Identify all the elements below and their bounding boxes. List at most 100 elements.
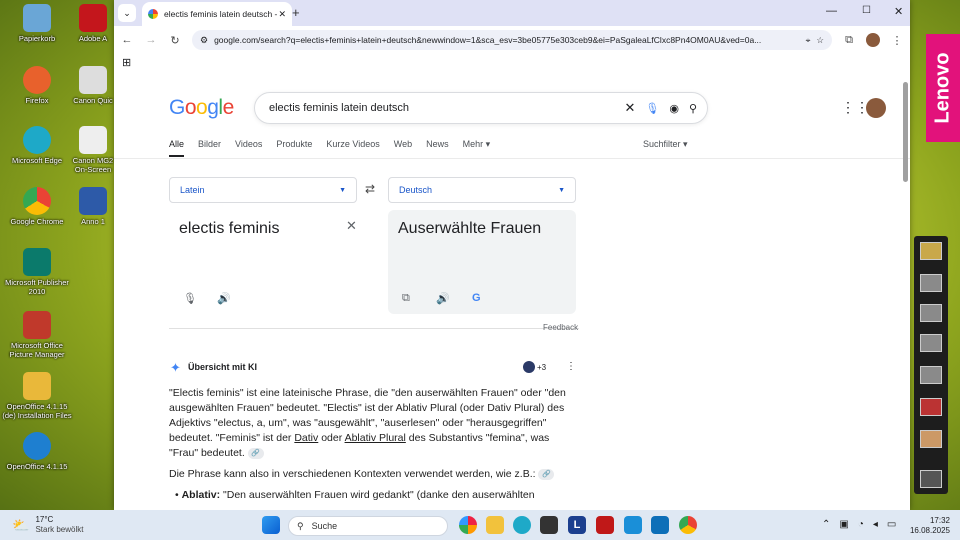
- sources-count: +3: [537, 362, 547, 372]
- desktop-icon-publisher[interactable]: Microsoft Publisher 2010: [0, 248, 74, 296]
- swap-languages-icon[interactable]: ⇄: [365, 182, 375, 196]
- source-language-select[interactable]: Latein ▼: [169, 177, 357, 203]
- desktop-icon-adobe[interactable]: Adobe A: [68, 4, 118, 43]
- copilot-icon[interactable]: [459, 516, 477, 534]
- google-g-icon[interactable]: G: [472, 292, 481, 304]
- bookmark-star-icon[interactable]: ☆: [816, 35, 824, 46]
- source-text[interactable]: electis feminis: [179, 220, 279, 238]
- mcafee-icon[interactable]: [596, 516, 614, 534]
- close-window-button[interactable]: ✕: [894, 5, 903, 18]
- store-icon[interactable]: [540, 516, 558, 534]
- target-speaker-icon[interactable]: 🔊: [436, 292, 450, 305]
- system-tray[interactable]: ⌃ ▣ ◔ ◂ ▭: [822, 519, 896, 530]
- forward-icon[interactable]: →: [144, 34, 158, 46]
- copy-icon[interactable]: ⧉: [402, 292, 410, 305]
- tray-app-icon[interactable]: ▣: [839, 519, 848, 530]
- tab-web[interactable]: Web: [394, 139, 412, 157]
- lenovo-brand: Lenovo: [926, 34, 960, 142]
- ai-more-icon[interactable]: ⋮: [566, 361, 576, 372]
- sidebar-thumb[interactable]: [920, 242, 942, 260]
- tab-alle[interactable]: Alle: [169, 139, 185, 157]
- mic-icon[interactable]: 🎙: [645, 102, 659, 115]
- menu-icon[interactable]: ⋮: [890, 34, 904, 47]
- clear-text-icon[interactable]: ✕: [346, 218, 357, 234]
- sidebar-thumb[interactable]: [920, 430, 942, 448]
- ai-sources-badge[interactable]: +3: [523, 361, 546, 373]
- tab-produkte[interactable]: Produkte: [276, 139, 312, 157]
- sidebar-thumb[interactable]: [920, 334, 942, 352]
- source-mic-icon[interactable]: 🎙: [183, 292, 197, 305]
- active-tab[interactable]: electis feminis latein deutsch - G ✕: [142, 2, 292, 26]
- search-icon[interactable]: ⚲: [689, 102, 697, 115]
- tab-mehr[interactable]: Mehr ▾: [463, 139, 491, 157]
- extensions-icon[interactable]: ⧉: [842, 34, 856, 47]
- back-icon[interactable]: ←: [120, 34, 134, 46]
- desktop-icon-recycle-bin[interactable]: Papierkorb: [0, 4, 74, 43]
- maximize-button[interactable]: ☐: [862, 5, 871, 16]
- desktop-icon-chrome[interactable]: Google Chrome: [0, 187, 74, 226]
- dativ-link[interactable]: Dativ: [294, 432, 318, 444]
- volume-icon[interactable]: ◂: [873, 519, 878, 530]
- file-explorer-icon[interactable]: [486, 516, 504, 534]
- reload-icon[interactable]: ↻: [168, 34, 182, 47]
- tab-search-button[interactable]: ⌄: [118, 4, 136, 22]
- weather-widget[interactable]: ⛅ 17°C Stark bewölkt: [12, 515, 83, 535]
- new-tab-button[interactable]: +: [292, 5, 300, 20]
- l-app-icon[interactable]: L: [568, 516, 586, 534]
- google-apps-icon[interactable]: ⋮⋮: [841, 99, 869, 116]
- tab-news[interactable]: News: [426, 139, 449, 157]
- start-button[interactable]: [262, 516, 280, 534]
- taskbar-search[interactable]: ⚲ Suche: [288, 516, 448, 536]
- tab-bilder[interactable]: Bilder: [198, 139, 221, 157]
- sidebar-thumb[interactable]: [920, 366, 942, 384]
- profile-avatar[interactable]: [866, 33, 880, 47]
- sidebar-thumb[interactable]: [920, 398, 942, 416]
- feedback-link[interactable]: Feedback: [543, 323, 578, 332]
- link-chip-icon[interactable]: 🔗: [247, 447, 264, 459]
- location-icon[interactable]: ⌖: [806, 35, 811, 46]
- target-language-select[interactable]: Deutsch ▼: [388, 177, 576, 203]
- tab-kurze-videos[interactable]: Kurze Videos: [326, 139, 379, 157]
- account-avatar[interactable]: [866, 98, 886, 118]
- edge-taskbar-icon[interactable]: [513, 516, 531, 534]
- wifi-icon[interactable]: ◔: [858, 519, 864, 530]
- google-logo[interactable]: Google: [169, 96, 234, 120]
- desktop-icon-openoffice[interactable]: OpenOffice 4.1.15: [0, 432, 74, 471]
- minimize-button[interactable]: —: [826, 5, 837, 17]
- desktop-icon-edge[interactable]: Microsoft Edge: [0, 126, 74, 165]
- weather-temp: 17°C: [35, 515, 54, 524]
- site-info-icon[interactable]: ⚙: [200, 35, 208, 46]
- search-query[interactable]: electis feminis latein deutsch: [269, 102, 614, 114]
- lens-icon[interactable]: ◉: [669, 102, 679, 115]
- address-bar[interactable]: ⚙ google.com/search?q=electis+feminis+la…: [192, 30, 832, 50]
- desktop-icon-openoffice-files[interactable]: OpenOffice 4.1.15 (de) Installation File…: [0, 372, 74, 420]
- desktop-icon-picture-manager[interactable]: Microsoft Office Picture Manager: [0, 311, 74, 359]
- clock[interactable]: 17:32 16.08.2025: [904, 516, 950, 536]
- dropdown-caret-icon: ▼: [339, 186, 346, 194]
- apps-shortcut-icon[interactable]: ⊞: [122, 56, 131, 69]
- tab-videos[interactable]: Videos: [235, 139, 262, 157]
- app-icon[interactable]: [624, 516, 642, 534]
- desktop-icon-firefox[interactable]: Firefox: [0, 66, 74, 105]
- desktop-icon-canon-mg2[interactable]: Canon MG2 On-Screen: [68, 126, 118, 174]
- desktop-icon-anno[interactable]: Anno 1: [68, 187, 118, 226]
- sidebar-thumb[interactable]: [920, 274, 942, 292]
- search-box[interactable]: electis feminis latein deutsch ✕ 🎙 ◉ ⚲: [254, 92, 708, 124]
- sidebar-thumb[interactable]: [920, 470, 942, 488]
- photo-sidebar[interactable]: [914, 236, 948, 494]
- battery-icon[interactable]: ▭: [887, 519, 896, 530]
- desktop-icon-label: Canon Quic: [73, 96, 113, 105]
- source-speaker-icon[interactable]: 🔊: [217, 292, 231, 305]
- outlook-icon[interactable]: [651, 516, 669, 534]
- clear-search-icon[interactable]: ✕: [624, 100, 635, 116]
- desktop-icon-canon-quick[interactable]: Canon Quic: [68, 66, 118, 105]
- chrome-taskbar-icon[interactable]: [679, 516, 697, 534]
- page-scrollbar[interactable]: [903, 82, 908, 182]
- link-chip-icon[interactable]: 🔗: [538, 468, 555, 480]
- ablativ-plural-link[interactable]: Ablativ Plural: [345, 432, 406, 444]
- tray-chevron-icon[interactable]: ⌃: [822, 519, 830, 530]
- close-tab-icon[interactable]: ✕: [278, 9, 286, 20]
- suchfilter-button[interactable]: Suchfilter ▾: [643, 139, 688, 150]
- sidebar-thumb[interactable]: [920, 304, 942, 322]
- source-text-panel[interactable]: electis feminis ✕ 🎙 🔊: [169, 210, 357, 314]
